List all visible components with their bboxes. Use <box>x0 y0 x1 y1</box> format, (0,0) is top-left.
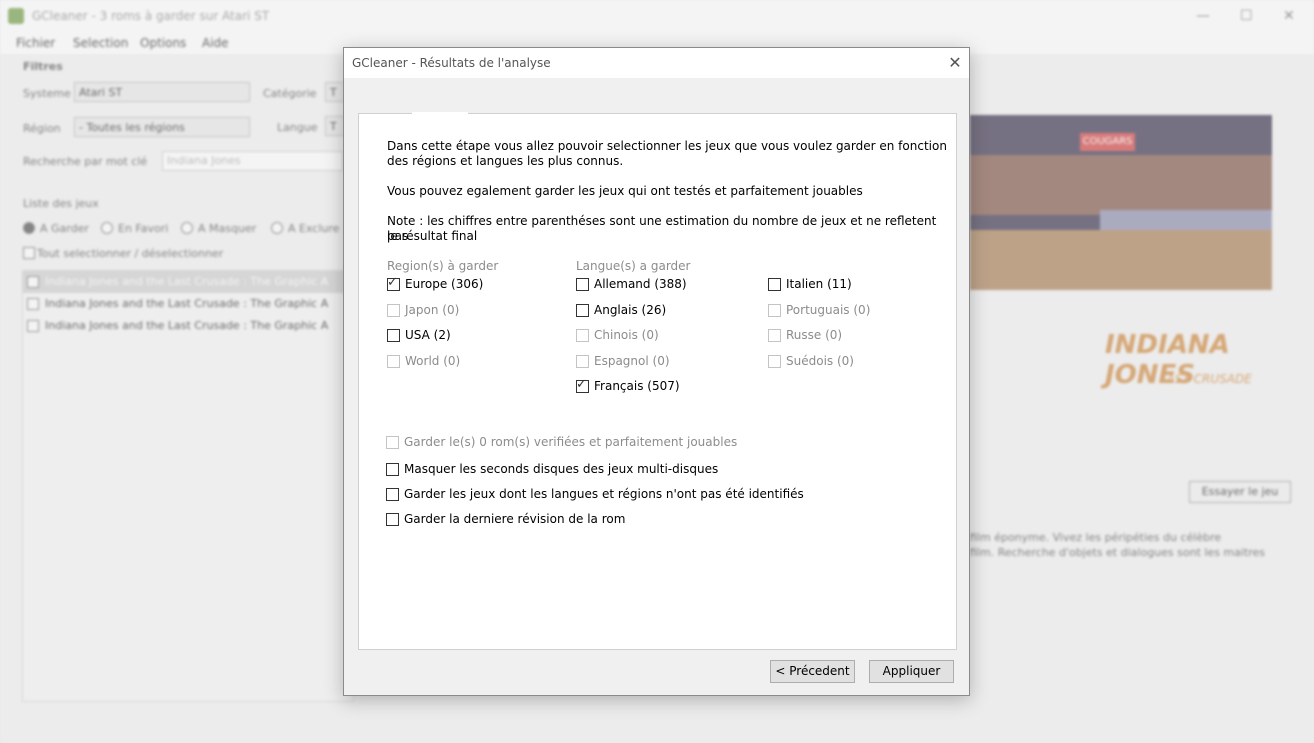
checkbox-box[interactable] <box>576 278 589 291</box>
radio-a-masquer[interactable] <box>181 222 193 234</box>
dialog-content-panel: Dans cette étape vous allez pouvoir sele… <box>358 113 957 650</box>
checkbox-box[interactable] <box>768 278 781 291</box>
category-select[interactable]: T <box>325 82 345 102</box>
checkbox-box[interactable]: ✓ <box>387 275 400 291</box>
radio-a-exclure-label: A Exclure <box>288 222 340 235</box>
checkbox-box[interactable] <box>576 304 589 317</box>
system-select[interactable]: Atari ST <box>74 82 250 102</box>
menu-options[interactable]: Options <box>140 36 186 50</box>
language-anglais-label: Anglais (26) <box>594 303 667 317</box>
menu-fichier[interactable]: Fichier <box>16 36 55 50</box>
search-label: Recherche par mot clé <box>23 155 148 168</box>
option-keep-verified-label: Garder le(s) 0 rom(s) verifiées et parfa… <box>404 435 738 449</box>
option-keep-unidentified-label: Garder les jeux dont les langues et régi… <box>404 487 804 501</box>
checkbox-box[interactable] <box>386 436 399 449</box>
language-chinois-label: Chinois (0) <box>594 328 659 342</box>
check-icon: ✓ <box>387 275 398 290</box>
minimize-icon[interactable]: — <box>1196 8 1210 24</box>
checkbox-box[interactable]: ✓ <box>576 377 589 393</box>
game-list: Indiana Jones and the Last Crusade : The… <box>22 270 354 702</box>
language-label: Langue <box>277 121 318 134</box>
apply-button[interactable]: Appliquer <box>869 660 954 683</box>
region-label: Région <box>23 122 61 135</box>
dialog-title: GCleaner - Résultats de l'analyse <box>352 56 551 70</box>
game-description: film éponyme. Vivez les péripéties du cé… <box>970 530 1290 560</box>
filters-heading: Filtres <box>23 60 63 73</box>
game-title: Indiana Jones and the Last Crusade : The… <box>45 319 329 332</box>
tab-indicator <box>412 112 468 114</box>
search-input[interactable]: Indiana Jones <box>162 151 343 171</box>
language-allemand-label: Allemand (388) <box>594 277 687 291</box>
try-game-button[interactable]: Essayer le jeu <box>1189 481 1291 503</box>
analysis-results-dialog: GCleaner - Résultats de l'analyse ✕ Dans… <box>343 47 970 696</box>
intro-text-line1: Dans cette étape vous allez pouvoir sele… <box>387 139 947 153</box>
description-line: film éponyme. Vivez les péripéties du cé… <box>970 531 1222 544</box>
regions-heading: Region(s) à garder <box>387 259 499 273</box>
language-francais-label: Français (507) <box>594 379 680 393</box>
intro-text-line2: des régions et langues les plus connus. <box>387 154 624 168</box>
description-line: film. Recherche d'objets et dialogues so… <box>970 546 1266 559</box>
note-text-line2: le résultat final <box>387 229 478 243</box>
row-checkbox[interactable] <box>27 320 39 332</box>
language-espagnol-label: Espagnol (0) <box>594 354 670 368</box>
radio-a-garder[interactable] <box>23 222 35 234</box>
select-all-label: Tout selectionner / déselectionner <box>37 247 224 260</box>
checkbox-box[interactable] <box>387 329 400 342</box>
game-logo-subtitle: LAST CRUSADE <box>1160 372 1252 386</box>
radio-en-favori[interactable] <box>101 222 113 234</box>
list-item[interactable]: Indiana Jones and the Last Crusade : The… <box>23 293 353 315</box>
category-label: Catégorie <box>263 87 317 100</box>
radio-a-masquer-label: A Masquer <box>198 222 257 235</box>
app-icon <box>8 8 24 24</box>
language-russe-label: Russe (0) <box>786 328 843 342</box>
row-checkbox[interactable] <box>27 298 39 310</box>
menu-selection[interactable]: Selection <box>73 36 128 50</box>
playable-text: Vous pouvez egalement garder les jeux qu… <box>387 184 863 198</box>
maximize-icon[interactable]: ☐ <box>1240 8 1253 24</box>
radio-a-exclure[interactable] <box>271 222 283 234</box>
close-icon[interactable]: ✕ <box>1283 8 1295 24</box>
checkbox-box[interactable] <box>386 463 399 476</box>
language-suedois-label: Suédois (0) <box>786 354 854 368</box>
game-title: Indiana Jones and the Last Crusade : The… <box>45 297 329 310</box>
region-europe-label: Europe (306) <box>405 277 484 291</box>
language-portuguais-label: Portuguais (0) <box>786 303 871 317</box>
region-usa-label: USA (2) <box>405 328 451 342</box>
checkbox-box[interactable] <box>387 304 400 317</box>
row-checkbox[interactable] <box>27 276 39 288</box>
close-icon[interactable]: ✕ <box>942 50 968 76</box>
checkbox-box[interactable] <box>576 355 589 368</box>
language-select[interactable]: T <box>325 116 345 136</box>
checkbox-box[interactable] <box>768 329 781 342</box>
checkbox-box[interactable] <box>387 355 400 368</box>
region-world-label: World (0) <box>405 354 461 368</box>
option-keep-last-revision-label: Garder la derniere révision de la rom <box>404 512 626 526</box>
checkbox-box[interactable] <box>768 304 781 317</box>
select-all-checkbox[interactable] <box>23 247 35 259</box>
game-screenshot: COUGARS <box>970 115 1272 290</box>
language-italien-label: Italien (11) <box>786 277 852 291</box>
screenshot-sign: COUGARS <box>1080 133 1135 151</box>
system-label: Systeme <box>23 87 71 100</box>
checkbox-box[interactable] <box>386 513 399 526</box>
checkbox-box[interactable] <box>768 355 781 368</box>
menu-aide[interactable]: Aide <box>202 36 229 50</box>
checkbox-box[interactable] <box>576 329 589 342</box>
game-list-heading: Liste des jeux <box>23 197 99 210</box>
languages-heading: Langue(s) a garder <box>576 259 691 273</box>
option-hide-second-disks-label: Masquer les seconds disques des jeux mul… <box>404 462 719 476</box>
check-icon: ✓ <box>576 377 587 392</box>
list-item[interactable]: Indiana Jones and the Last Crusade : The… <box>23 271 353 293</box>
game-title: Indiana Jones and the Last Crusade : The… <box>45 275 329 288</box>
radio-en-favori-label: En Favori <box>118 222 169 235</box>
region-japon-label: Japon (0) <box>405 303 460 317</box>
previous-button[interactable]: < Précedent <box>770 660 855 683</box>
region-select[interactable]: - Toutes les régions <box>74 117 250 137</box>
list-item[interactable]: Indiana Jones and the Last Crusade : The… <box>23 315 353 337</box>
main-window-title: GCleaner - 3 roms à garder sur Atari ST <box>32 9 270 23</box>
radio-a-garder-label: A Garder <box>40 222 89 235</box>
checkbox-box[interactable] <box>386 488 399 501</box>
